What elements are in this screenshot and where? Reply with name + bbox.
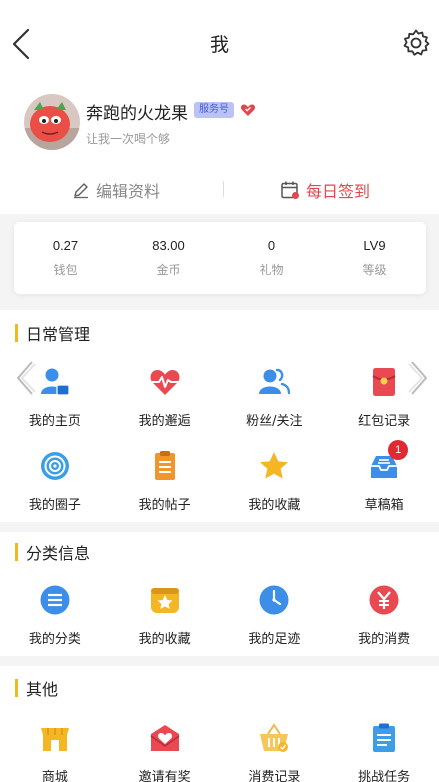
grid-item-label: 我的收藏 [138,632,191,647]
grid-item-mall[interactable]: 商城 [0,722,110,782]
grid-item-label: 挑战任务 [358,770,411,782]
grid-item-label: 我的分类 [28,632,81,647]
daily-checkin-button[interactable]: 每日签到 [280,176,370,204]
gear-icon [403,29,430,56]
stat-value: LV9 [363,238,386,253]
grid-item-label: 消费记录 [248,770,301,782]
stat-label: 金币 [156,263,181,277]
red-envelope-icon [368,366,400,398]
nickname: 奔跑的火龙果 [86,104,188,124]
calendar-icon [281,181,299,199]
circle-target-icon [39,450,71,482]
grid-item-label: 邀请有奖 [138,770,191,782]
grid-item-label: 我的收藏 [248,498,301,513]
section-title-text: 日常管理 [26,325,91,344]
category-info-section: 分类信息 我的分类 我的收藏 我的足迹 我的消费 [0,532,439,656]
other-section: 其他 商城 邀请有奖 消费记录 挑战任务 [0,666,439,782]
action-divider [223,181,224,197]
grid-item-my-categories[interactable]: 我的分类 [0,584,110,647]
post-list-icon [149,450,181,482]
grid-item-my-favorites-2[interactable]: 我的收藏 [110,584,220,647]
grid-item-my-encounters[interactable]: 我的邂逅 [110,366,220,429]
signature-text: 让我一次喝个够 [86,132,171,146]
grid-item-my-homepage[interactable]: 我的主页 [0,366,110,429]
stat-gifts[interactable]: 0 礼物 [220,222,323,294]
daily-management-section: 日常管理 我的主页 我的邂逅 粉丝/关注 红包记录 我的圈子 我的帖子 我的收藏… [0,310,439,522]
section-title-bar [15,324,18,342]
drafts-count-badge: 1 [388,440,409,460]
grid-item-label: 我的主页 [28,414,81,429]
grid-item-drafts[interactable]: 1 草稿箱 [329,440,439,513]
section-title-bar [15,679,18,697]
daily-grid-row-2: 我的圈子 我的帖子 我的收藏 1 草稿箱 [0,440,439,513]
avatar[interactable] [24,94,80,150]
grid-item-invite-rewards[interactable]: 邀请有奖 [110,722,220,782]
grid-item-label: 商城 [41,770,68,782]
clock-icon [258,584,290,616]
stat-value: 0 [267,238,276,253]
basket-icon [258,722,290,754]
daily-checkin-label: 每日签到 [306,182,371,201]
grid-item-my-footprints[interactable]: 我的足迹 [220,584,330,647]
stat-label: 等级 [362,263,387,277]
grid-item-label: 我的消费 [358,632,411,647]
other-grid: 商城 邀请有奖 消费记录 挑战任务 [0,722,439,782]
edit-profile-label: 编辑资料 [96,182,161,201]
grid-item-my-circles[interactable]: 我的圈子 [0,450,110,513]
section-title-bar [15,543,18,561]
pencil-icon [74,183,88,199]
grid-item-label: 我的圈子 [28,498,81,513]
section-title: 其他 [15,677,58,699]
section-title: 日常管理 [15,322,90,344]
shop-icon [39,722,71,754]
stat-value: 83.00 [152,238,185,253]
star-icon [258,450,290,482]
section-title-text: 分类信息 [26,544,91,563]
section-title: 分类信息 [15,541,90,563]
grid-item-challenge-tasks[interactable]: 挑战任务 [329,722,439,782]
grid-item-my-spending[interactable]: 我的消费 [329,584,439,647]
grid-item-my-favorites[interactable]: 我的收藏 [220,450,330,513]
grid-item-label: 我的帖子 [138,498,191,513]
category-grid: 我的分类 我的收藏 我的足迹 我的消费 [0,584,439,647]
list-circle-icon [39,584,71,616]
profile-card: 奔跑的火龙果 服务号 让我一次喝个够 编辑资料 每日签到 [0,72,439,214]
stat-value: 0.27 [52,238,79,253]
edit-profile-button[interactable]: 编辑资料 [72,176,160,204]
section-title-text: 其他 [26,680,59,699]
grid-item-label: 我的邂逅 [138,414,191,429]
settings-button[interactable] [401,28,431,58]
stat-label: 礼物 [259,263,284,277]
grid-item-label: 草稿箱 [364,498,404,513]
stat-label: 钱包 [53,263,78,277]
grid-item-label: 红包记录 [358,414,411,429]
grid-item-spending-records[interactable]: 消费记录 [220,722,330,782]
stats-card: 0.27 钱包 83.00 金币 0 礼物 LV9 等级 [14,222,426,294]
clipboard-icon [368,722,400,754]
page-title: 我 [209,34,229,56]
yen-icon [368,584,400,616]
grid-item-label: 粉丝/关注 [246,414,303,429]
inbox-icon: 1 [368,440,409,482]
users-icon [258,366,291,398]
star-box-icon [149,584,181,616]
grid-item-my-posts[interactable]: 我的帖子 [110,450,220,513]
stat-coins[interactable]: 83.00 金币 [117,222,220,294]
stat-level[interactable]: LV9 等级 [323,222,426,294]
grid-item-red-packet-records[interactable]: 红包记录 [329,366,439,429]
avatar-image [24,94,80,150]
stat-wallet[interactable]: 0.27 钱包 [14,222,117,294]
grid-item-label: 我的足迹 [248,632,301,647]
daily-grid-row-1: 我的主页 我的邂逅 粉丝/关注 红包记录 [0,366,439,429]
envelope-heart-icon [149,722,181,754]
user-card-icon [39,366,71,398]
service-badge: 服务号 [194,102,234,118]
heart-pulse-icon [149,366,181,398]
grid-item-fans-follow[interactable]: 粉丝/关注 [220,366,330,429]
heart-icon [240,102,256,118]
